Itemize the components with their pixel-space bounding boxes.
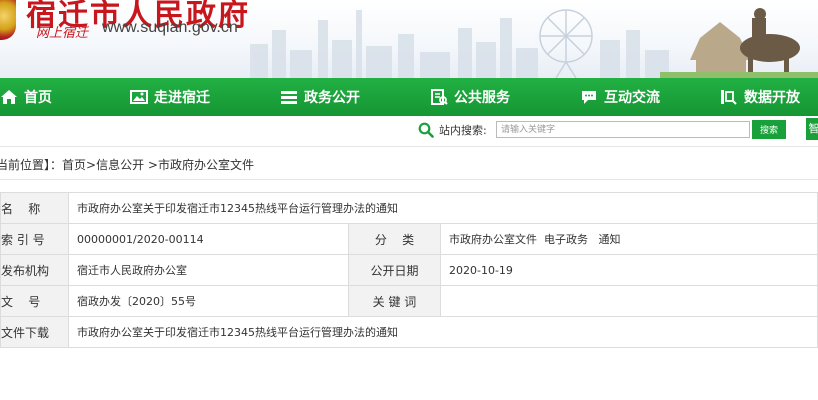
nav-item-about[interactable]: 走进宿迁 <box>130 78 210 116</box>
download-link[interactable]: 市政府办公室关于印发宿迁市12345热线平台运行管理办法的通知 <box>68 316 818 348</box>
keywords-label: 关 键 词 <box>348 285 441 317</box>
smart-assistant-button[interactable]: 智 <box>806 118 818 140</box>
site-banner: 宿迁市人民政府 网上宿迁 www.suqian.gov.cn <box>0 0 818 78</box>
nav-item-label: 互动交流 <box>604 90 660 106</box>
download-label: 文件下载 <box>0 316 69 348</box>
service-icon <box>430 89 448 105</box>
date-value: 2020-10-19 <box>440 254 818 286</box>
search-input[interactable] <box>496 121 750 138</box>
index-value: 00000001/2020-00114 <box>68 223 349 255</box>
nav-item-label: 公共服务 <box>454 90 510 106</box>
document-info-table: 名 称 市政府办公室关于印发宿迁市12345热线平台运行管理办法的通知 索 引 … <box>0 192 818 348</box>
nav-item-public-service[interactable]: 公共服务 <box>430 78 510 116</box>
publisher-label: 发布机构 <box>0 254 69 286</box>
name-value: 市政府办公室关于印发宿迁市12345热线平台运行管理办法的通知 <box>68 192 818 224</box>
docno-value: 宿政办发〔2020〕55号 <box>68 285 349 317</box>
name-label: 名 称 <box>0 192 69 224</box>
table-row: 文件下载 市政府办公室关于印发宿迁市12345热线平台运行管理办法的通知 <box>0 316 818 348</box>
index-label: 索 引 号 <box>0 223 69 255</box>
data-icon <box>720 89 738 105</box>
breadcrumb-bar: 当前位置】：首页>信息公开 >市政府办公室文件 <box>0 146 818 180</box>
site-slogan: 网上宿迁 <box>36 26 89 41</box>
keywords-value <box>440 285 818 317</box>
site-url: www.suqian.gov.cn <box>102 19 238 36</box>
table-row: 发布机构 宿迁市人民政府办公室 公开日期 2020-10-19 <box>0 254 818 286</box>
nav-item-label: 数据开放 <box>744 90 800 106</box>
nav-item-interaction[interactable]: 互动交流 <box>580 78 660 116</box>
home-icon <box>0 89 18 105</box>
list-icon <box>280 89 298 105</box>
category-value: 市政府办公室文件 电子政务 通知 <box>440 223 818 255</box>
table-row: 索 引 号 00000001/2020-00114 分 类 市政府办公室文件 电… <box>0 223 818 255</box>
picture-icon <box>130 89 148 105</box>
main-nav: 首页 走进宿迁 政务公开 公共服务 互动交流 数据开放 <box>0 78 818 116</box>
nav-item-open-data[interactable]: 数据开放 <box>720 78 800 116</box>
search-label: 站内搜索: <box>439 124 487 137</box>
search-button[interactable]: 搜索 <box>752 120 786 139</box>
search-bar: 站内搜索: 搜索 智 <box>0 116 818 144</box>
breadcrumb-path[interactable]: 首页>信息公开 >市政府办公室文件 <box>62 158 254 172</box>
search-icon <box>418 122 434 138</box>
category-label: 分 类 <box>348 223 441 255</box>
docno-label: 文 号 <box>0 285 69 317</box>
chat-icon <box>580 89 598 105</box>
table-row: 文 号 宿政办发〔2020〕55号 关 键 词 <box>0 285 818 317</box>
nav-item-label: 政务公开 <box>304 90 360 106</box>
table-row: 名 称 市政府办公室关于印发宿迁市12345热线平台运行管理办法的通知 <box>0 192 818 224</box>
breadcrumb-prefix: 当前位置】： <box>0 158 63 172</box>
breadcrumb: 当前位置】：首页>信息公开 >市政府办公室文件 <box>0 156 254 173</box>
date-label: 公开日期 <box>348 254 441 286</box>
nav-item-label: 走进宿迁 <box>154 90 210 106</box>
nav-item-label: 首页 <box>24 90 52 106</box>
publisher-value: 宿迁市人民政府办公室 <box>68 254 349 286</box>
nav-item-home[interactable]: 首页 <box>0 78 52 116</box>
nav-item-government-affairs[interactable]: 政务公开 <box>280 78 360 116</box>
